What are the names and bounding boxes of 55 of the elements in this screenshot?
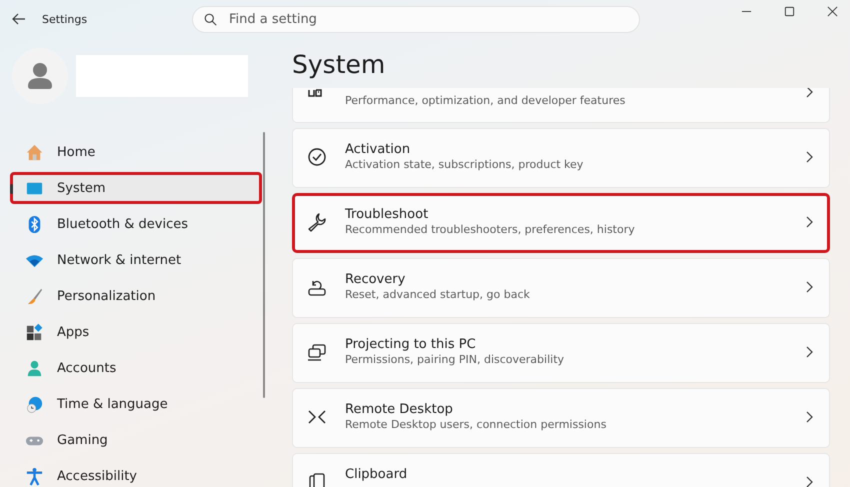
maximize-icon[interactable] [784,6,795,17]
card-title: Remote Desktop [345,402,454,417]
card-title: Troubleshoot [345,207,430,222]
scrollbar[interactable] [263,132,265,398]
back-arrow-icon[interactable] [12,13,26,25]
sidebar-item[interactable]: Home [10,136,262,168]
card-subtitle: Reset, advanced startup, go back [345,288,531,301]
sidebar-item[interactable]: Network & internet [10,244,262,276]
card-title: Projecting to this PC [345,337,477,352]
person-icon [25,358,44,378]
card-subtitle: Activation state, subscriptions, product key [345,158,584,171]
chevron-right-icon [805,281,813,293]
page-heading: System [292,50,386,80]
wrench-icon [307,212,327,232]
sidebar-item[interactable]: Apps [10,316,262,348]
accessibility-icon [25,466,44,486]
screens-icon [307,342,327,362]
chevron-right-icon [805,411,813,423]
sidebar-item[interactable]: System [10,172,262,204]
chevron-right-icon [805,476,813,487]
settings-card[interactable]: Performance, optimization, and developer features [292,88,830,123]
card-subtitle: Performance, optimization, and developer features [345,94,626,107]
sidebar-item[interactable]: Personalization [10,280,262,312]
card-subtitle: Permissions, pairing PIN, discoverability [345,353,566,366]
paintbrush-icon [25,286,44,306]
clipboard-icon [307,472,327,487]
chevron-right-icon [805,216,813,228]
settings-card[interactable]: Remote Desktop Remote Desktop users, connection permissions [292,388,830,448]
card-title: Activation [345,142,412,157]
settings-card[interactable]: Activation Activation state, subscriptions, product key [292,128,830,188]
close-icon[interactable] [827,6,838,17]
apps-icon [25,322,44,342]
chevron-right-icon [805,88,813,98]
card-title: Clipboard [345,467,408,482]
check-circle-icon [307,147,327,167]
globe-clock-icon [25,394,44,414]
avatar-icon [12,48,68,104]
search-field[interactable]: Find a setting [192,6,640,32]
chevron-right-icon [805,346,813,358]
sidebar-item[interactable]: Accounts [10,352,262,384]
chevron-right-icon [805,151,813,163]
search-icon [204,12,217,26]
home-icon [25,142,44,162]
sidebar-item[interactable]: Bluetooth & devices [10,208,262,240]
sidebar-item[interactable]: Gaming [10,424,262,456]
settings-card[interactable]: Clipboard [292,453,830,487]
card-subtitle: Remote Desktop users, connection permissions [345,418,608,431]
settings-card[interactable]: Troubleshoot Recommended troubleshooters, preferences, history [292,193,830,253]
settings-card[interactable]: Recovery Reset, advanced startup, go back [292,258,830,318]
window-title: Settings [42,12,88,26]
settings-card[interactable]: Projecting to this PC Permissions, pairing PIN, discoverability [292,323,830,383]
card-title: Recovery [345,272,406,287]
sidebar-item[interactable]: Accessibility [10,460,262,487]
sidebar-item[interactable]: Time & language [10,388,262,420]
card-subtitle: Recommended troubleshooters, preferences, history [345,223,636,236]
